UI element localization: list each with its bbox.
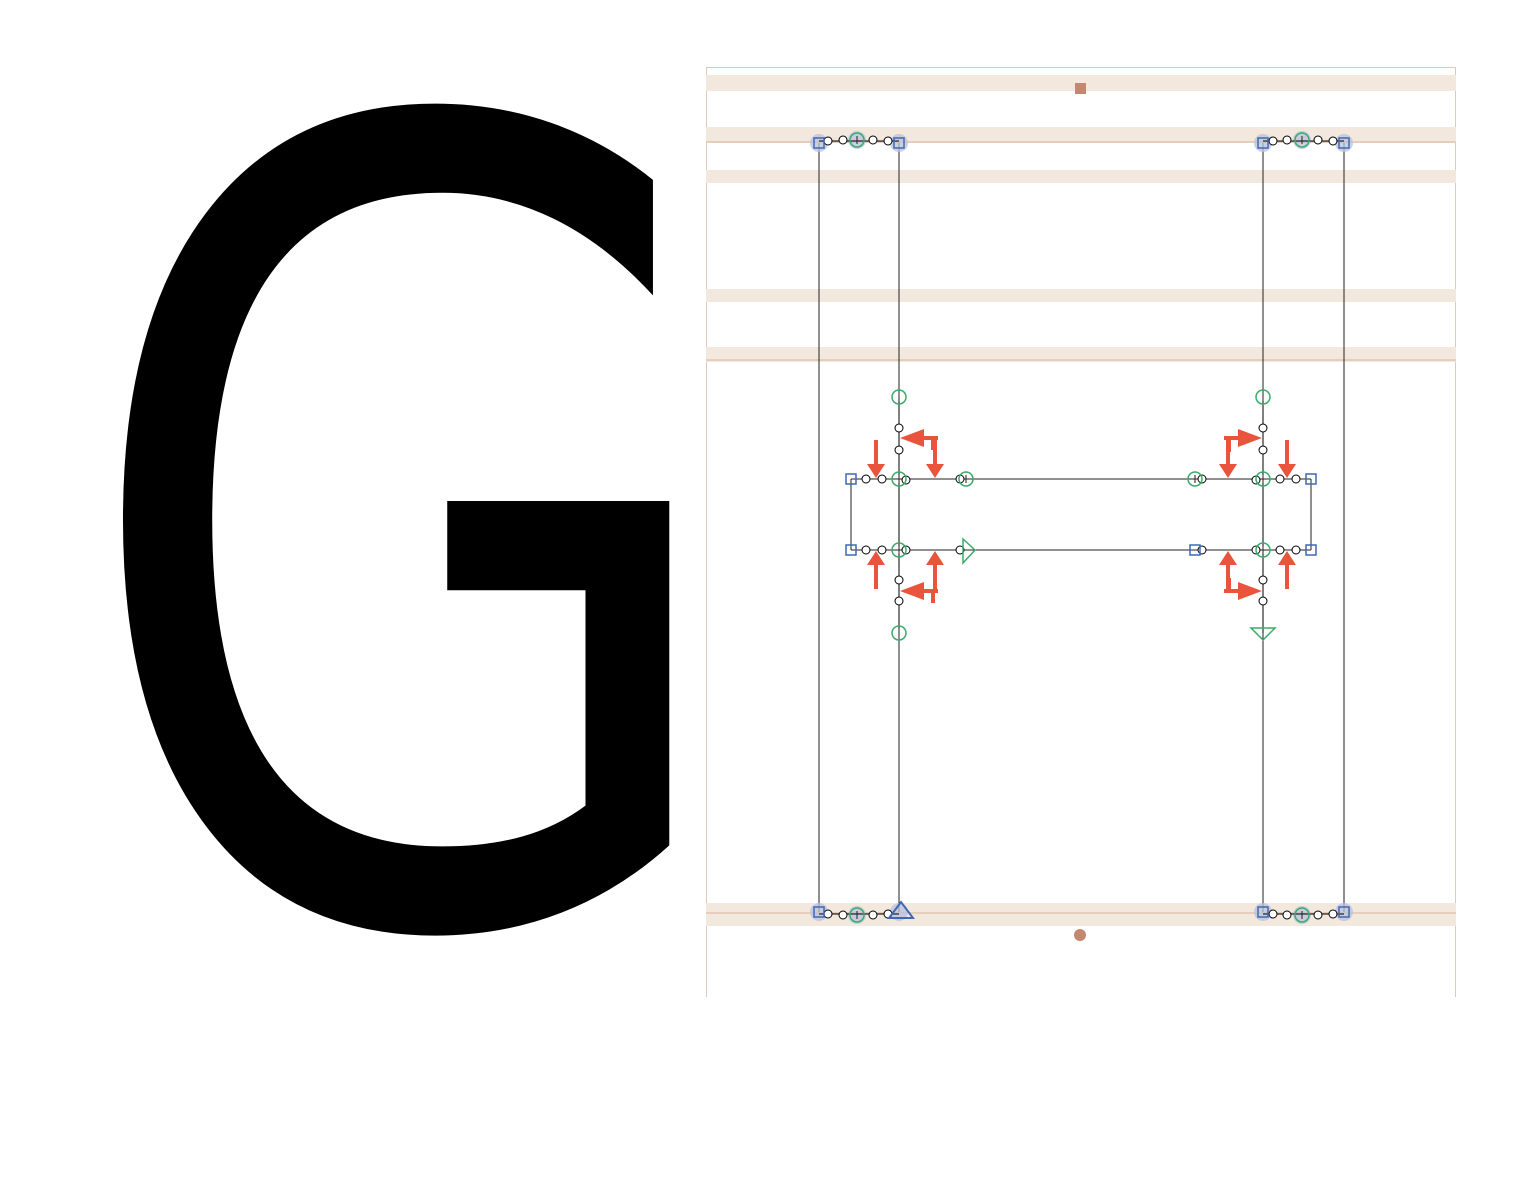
crossbar-outline: [850, 478, 1312, 551]
off-curve-handle[interactable]: [894, 445, 904, 455]
off-curve-handle[interactable]: [861, 545, 871, 555]
handle-lines: [819, 140, 1344, 915]
origin-anchor-dot[interactable]: [1074, 929, 1086, 941]
off-curve-handle[interactable]: [877, 474, 887, 484]
off-curve-handle[interactable]: [1275, 474, 1285, 484]
direction-arrow: [867, 551, 885, 589]
off-curve-handle[interactable]: [894, 596, 904, 606]
off-curve-handle[interactable]: [1313, 135, 1323, 145]
off-curve-handle[interactable]: [1268, 136, 1278, 146]
off-curve-handle[interactable]: [823, 909, 833, 919]
start-point-triangle[interactable]: [962, 537, 977, 565]
selection-halos: [810, 131, 1353, 924]
direction-arrow-elbow: [931, 589, 935, 603]
direction-arrows: [867, 429, 1296, 603]
off-curve-handle[interactable]: [868, 135, 878, 145]
off-curve-handle[interactable]: [1328, 909, 1338, 919]
selection-halo: [1335, 903, 1353, 921]
start-points[interactable]: [887, 537, 1277, 919]
direction-arrow: [1278, 551, 1296, 589]
corner-points[interactable]: [813, 137, 1350, 918]
direction-arrow: [926, 551, 944, 589]
off-curve-handle[interactable]: [1282, 910, 1292, 920]
off-curve-handle[interactable]: [1258, 575, 1268, 585]
direction-arrow-elbow: [1227, 438, 1231, 452]
glyph-outline: [818, 143, 1345, 912]
off-curve-handle[interactable]: [1258, 423, 1268, 433]
off-curve-handle[interactable]: [877, 545, 887, 555]
glyph-outline-editor[interactable]: [0, 0, 1516, 990]
off-curve-handle[interactable]: [1275, 545, 1285, 555]
direction-arrow: [867, 440, 885, 478]
off-curve-handle[interactable]: [1197, 545, 1207, 555]
glyph-editor-canvas[interactable]: G: [0, 0, 1516, 1090]
off-curve-handle[interactable]: [894, 423, 904, 433]
off-curve-handles[interactable]: [823, 135, 1338, 920]
off-curve-handle[interactable]: [1291, 545, 1301, 555]
off-curve-handle[interactable]: [1268, 909, 1278, 919]
off-curve-handle[interactable]: [1258, 445, 1268, 455]
off-curve-handle[interactable]: [1291, 474, 1301, 484]
direction-arrow: [1278, 440, 1296, 478]
off-curve-handle[interactable]: [1258, 596, 1268, 606]
off-curve-handle[interactable]: [838, 135, 848, 145]
selection-halo: [890, 134, 908, 152]
direction-arrow-elbow: [1227, 578, 1231, 592]
off-curve-handle[interactable]: [1313, 910, 1323, 920]
off-curve-handle[interactable]: [1282, 135, 1292, 145]
off-curve-handle[interactable]: [883, 136, 893, 146]
off-curve-handle[interactable]: [861, 474, 871, 484]
off-curve-handle[interactable]: [823, 136, 833, 146]
off-curve-handle[interactable]: [1328, 136, 1338, 146]
off-curve-handle[interactable]: [894, 575, 904, 585]
off-curve-handle[interactable]: [868, 910, 878, 920]
top-metric-anchor[interactable]: [1075, 83, 1086, 94]
selection-halo: [1335, 134, 1353, 152]
curve-points[interactable]: [849, 132, 1310, 923]
off-curve-handle[interactable]: [838, 910, 848, 920]
direction-arrow-elbow: [931, 436, 935, 450]
